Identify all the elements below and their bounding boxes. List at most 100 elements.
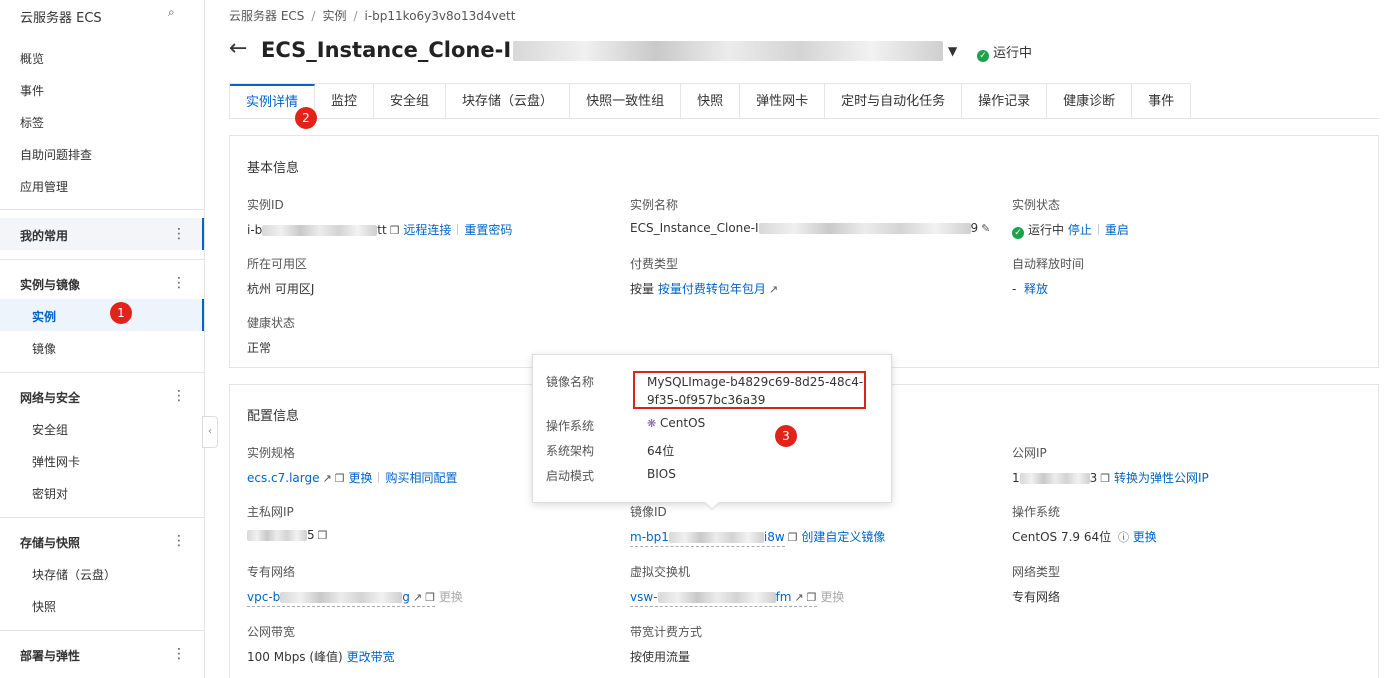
more-icon[interactable]: ⋮: [172, 227, 186, 241]
instance-status-value: ✓ 运行中 停止 重启: [1012, 221, 1129, 239]
back-arrow-icon[interactable]: ←: [229, 36, 247, 61]
external-link-icon[interactable]: ↗: [794, 591, 803, 604]
sidebar-divider: [0, 209, 204, 210]
check-circle-icon: ✓: [977, 50, 989, 62]
field-zone: 所在可用区 杭州 可用区J: [247, 255, 314, 297]
tab-eni[interactable]: 弹性网卡: [740, 84, 826, 119]
field-bandwidth-billing: 带宽计费方式 按使用流量: [630, 623, 702, 665]
tab-security-group[interactable]: 安全组: [374, 84, 447, 119]
vswitch-suffix: fm: [775, 590, 792, 604]
vswitch-link[interactable]: vsw-fm: [630, 590, 791, 604]
restart-link[interactable]: 重启: [1105, 223, 1129, 237]
tab-events[interactable]: 事件: [1132, 84, 1191, 119]
field-auto-release: 自动释放时间 - 释放: [1012, 255, 1084, 297]
sidebar-item-instance[interactable]: 实例: [32, 308, 56, 325]
more-icon[interactable]: ⋮: [172, 389, 186, 403]
sidebar-item-keypair[interactable]: 密钥对: [32, 485, 68, 502]
sidebar-item-events[interactable]: 事件: [20, 82, 44, 99]
annotation-badge-1: 1: [110, 302, 132, 324]
more-icon[interactable]: ⋮: [172, 276, 186, 290]
vpc-link[interactable]: vpc-b g: [247, 590, 410, 604]
help-icon[interactable]: ⓘ: [1118, 529, 1129, 545]
tab-health-diagnosis[interactable]: 健康诊断: [1047, 84, 1133, 119]
private-ip-label: 主私网IP: [247, 505, 294, 519]
tab-snapshot-consistency[interactable]: 快照一致性组: [570, 84, 682, 119]
copy-icon[interactable]: ❐: [425, 591, 435, 604]
sidebar-item-eni[interactable]: 弹性网卡: [32, 453, 80, 470]
sidebar-group-deploy[interactable]: 部署与弹性: [20, 647, 80, 664]
external-link-icon[interactable]: ↗: [769, 283, 778, 296]
tab-scheduled-tasks[interactable]: 定时与自动化任务: [825, 84, 963, 119]
redacted-block: [247, 530, 307, 541]
copy-icon[interactable]: ❐: [807, 591, 817, 604]
change-spec-link[interactable]: 更换: [348, 471, 372, 485]
sidebar-item-security-group[interactable]: 安全组: [32, 421, 68, 438]
network-type-value: 专有网络: [1012, 590, 1061, 604]
image-id-value: m-bp1 i8w ❐ 创建自定义镜像: [630, 528, 885, 547]
basic-info-title: 基本信息: [247, 161, 300, 176]
sidebar-group-storage[interactable]: 存储与快照: [20, 534, 80, 551]
sidebar-item-block-storage[interactable]: 块存储（云盘）: [32, 566, 116, 583]
change-bandwidth-link[interactable]: 更改带宽: [347, 650, 395, 664]
breadcrumb: 云服务器 ECS / 实例 / i-bp11ko6y3v8o13d4vett: [229, 7, 515, 24]
sidebar-item-images[interactable]: 镜像: [32, 340, 56, 357]
tab-snapshots[interactable]: 快照: [681, 84, 741, 119]
breadcrumb-instances[interactable]: 实例: [322, 9, 346, 23]
page-title: ECS_Instance_Clone-I: [261, 38, 944, 62]
more-icon[interactable]: ⋮: [172, 534, 186, 548]
tab-monitoring[interactable]: 监控: [315, 84, 375, 119]
convert-eip-link[interactable]: 转换为弹性公网IP: [1114, 471, 1209, 485]
change-vswitch-link[interactable]: 更换: [820, 590, 844, 604]
copy-icon[interactable]: ❐: [318, 529, 328, 542]
auto-release-value: - 释放: [1012, 280, 1084, 297]
private-ip-suffix: 5: [307, 528, 315, 542]
spec-link[interactable]: ecs.c7.large: [247, 471, 320, 485]
edit-icon[interactable]: ✎: [981, 222, 990, 235]
sidebar-group-instances[interactable]: 实例与镜像: [20, 276, 80, 293]
sidebar-item-troubleshoot[interactable]: 自助问题排查: [20, 146, 92, 163]
tab-underline: [229, 118, 1379, 119]
sidebar-item-app-management[interactable]: 应用管理: [20, 178, 68, 195]
stop-link[interactable]: 停止: [1068, 223, 1092, 237]
spec-value: ecs.c7.large ↗ ❐ 更换 购买相同配置: [247, 469, 457, 486]
sidebar-collapse-button[interactable]: ‹: [202, 416, 218, 448]
tab-block-storage[interactable]: 块存储（云盘）: [446, 84, 571, 119]
copy-icon[interactable]: ❐: [1100, 472, 1110, 485]
external-link-icon[interactable]: ↗: [413, 591, 422, 604]
copy-icon[interactable]: ❐: [390, 224, 400, 237]
image-id-link[interactable]: m-bp1 i8w: [630, 530, 785, 547]
health-label: 健康状态: [247, 316, 296, 330]
change-vpc-link[interactable]: 更换: [439, 590, 463, 604]
sidebar-item-overview[interactable]: 概览: [20, 50, 44, 67]
sidebar-group-network[interactable]: 网络与安全: [20, 389, 80, 406]
status-running-text: 运行中: [1028, 223, 1065, 237]
copy-icon[interactable]: ❐: [788, 531, 798, 544]
field-os: 操作系统 CentOS 7.9 64位 ⓘ 更换: [1012, 503, 1157, 545]
annotation-badge-2: 2: [295, 107, 317, 129]
page-title-text: ECS_Instance_Clone-I: [261, 38, 512, 62]
release-link[interactable]: 释放: [1024, 282, 1048, 296]
breadcrumb-ecs[interactable]: 云服务器 ECS: [229, 9, 304, 23]
copy-icon[interactable]: ❐: [335, 472, 345, 485]
sidebar: 云服务器 ECS ⌕ 概览 事件 标签 自助问题排查 应用管理 我的常用 ⋮ 实…: [0, 0, 205, 678]
sidebar-favorites[interactable]: 我的常用: [20, 227, 68, 244]
change-os-link[interactable]: 更换: [1133, 530, 1157, 544]
convert-billing-link[interactable]: 按量付费转包年包月: [658, 282, 766, 296]
annotation-badge-3: 3: [775, 425, 797, 447]
reset-password-link[interactable]: 重置密码: [464, 223, 512, 237]
remote-connect-link[interactable]: 远程连接: [403, 223, 451, 237]
bandwidth-text: 100 Mbps (峰值): [247, 650, 343, 664]
search-icon[interactable]: ⌕: [168, 5, 175, 20]
tab-operation-logs[interactable]: 操作记录: [962, 84, 1048, 119]
sidebar-item-snapshots[interactable]: 快照: [32, 598, 56, 615]
create-image-link[interactable]: 创建自定义镜像: [801, 530, 885, 544]
external-link-icon[interactable]: ↗: [323, 472, 332, 485]
buy-same-link[interactable]: 购买相同配置: [385, 471, 457, 485]
image-info-popover: 镜像名称 MySQLImage-b4829c69-8d25-48c4- 9f35-…: [532, 354, 892, 511]
breadcrumb-current: i-bp11ko6y3v8o13d4vett: [364, 9, 516, 23]
more-icon[interactable]: ⋮: [172, 647, 186, 661]
vswitch-label: 虚拟交换机: [630, 565, 691, 579]
instance-status: ✓ 运行中: [977, 42, 1032, 62]
sidebar-item-tags[interactable]: 标签: [20, 114, 44, 131]
chevron-down-icon[interactable]: ▼: [948, 44, 957, 58]
